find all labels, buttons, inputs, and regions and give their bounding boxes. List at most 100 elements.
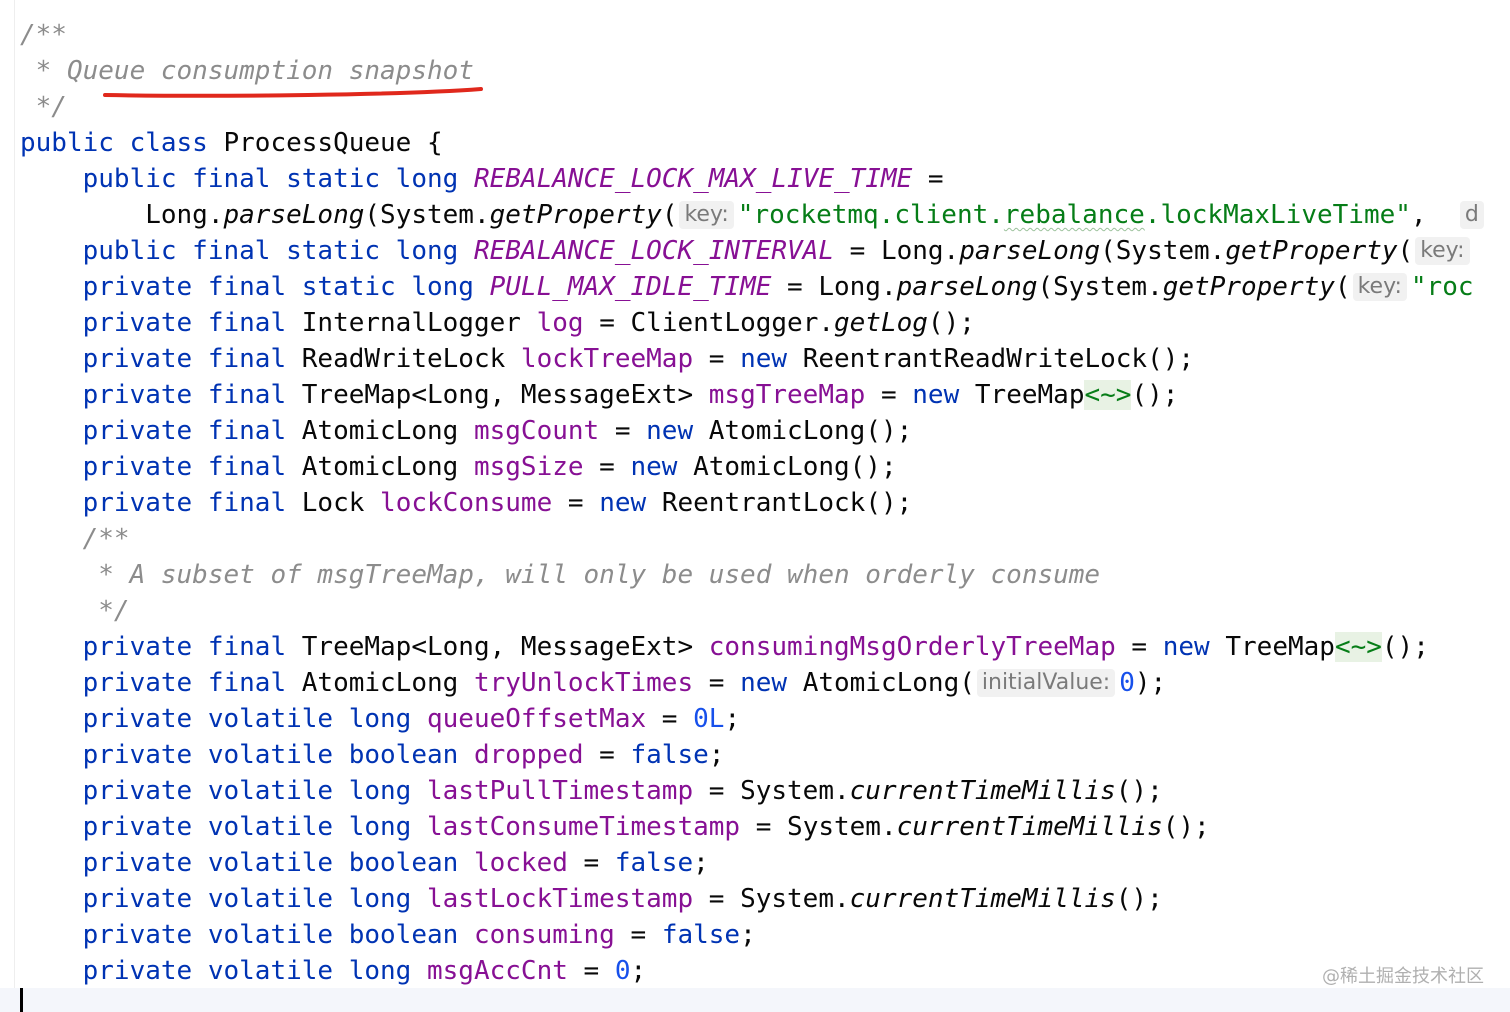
red-annotation-underline [103, 87, 483, 98]
code-line[interactable]: private volatile long lastConsumeTimesta… [20, 809, 1210, 845]
code-token: */ [20, 92, 67, 122]
code-line[interactable]: private volatile long msgAccCnt = 0; [20, 953, 647, 989]
code-token: msgTreeMap [708, 380, 866, 410]
code-token: Lock [301, 488, 381, 518]
text-caret [20, 988, 23, 1012]
code-token: lockConsume [380, 488, 553, 518]
code-token: TreeMap [974, 380, 1085, 410]
code-line[interactable]: public class ProcessQueue { [20, 125, 443, 161]
code-token: queueOffsetMax [427, 704, 647, 734]
code-token: ReadWriteLock [301, 344, 521, 374]
code-token: private volatile long [20, 956, 427, 986]
code-token: getProperty [489, 200, 662, 230]
code-line[interactable]: public final static long REBALANCE_LOCK_… [20, 233, 1474, 269]
code-token: new [646, 416, 709, 446]
code-token: Long. [20, 200, 224, 230]
code-token: = [567, 848, 615, 878]
code-token: = [646, 704, 694, 734]
code-token: private final [20, 308, 302, 338]
code-token: lastLockTimestamp [427, 884, 694, 914]
code-token: <~> [1084, 380, 1132, 410]
code-token: lastPullTimestamp [427, 776, 694, 806]
code-line[interactable]: private final Lock lockConsume = new Ree… [20, 485, 913, 521]
code-token: log [536, 308, 584, 338]
code-token: ; [724, 704, 741, 734]
code-line[interactable]: * Queue consumption snapshot [20, 53, 474, 89]
code-token: consumingMsgOrderlyTreeMap [708, 632, 1116, 662]
code-line[interactable]: Long.parseLong(System.getProperty(key: "r… [20, 197, 1488, 233]
code-token: getProperty [1162, 272, 1335, 302]
code-line[interactable]: private final TreeMap<Long, MessageExt> … [20, 629, 1429, 665]
code-line[interactable]: private volatile long queueOffsetMax = 0… [20, 701, 740, 737]
code-token: (System. [1037, 272, 1163, 302]
code-line[interactable]: /** [20, 521, 130, 557]
code-token: private final [20, 632, 302, 662]
code-line[interactable]: private final AtomicLong msgCount = new … [20, 413, 913, 449]
code-line[interactable]: private volatile long lastLockTimestamp … [20, 881, 1163, 917]
code-token: new [740, 344, 803, 374]
code-token: ; [630, 956, 647, 986]
code-token: private volatile boolean [20, 740, 474, 770]
code-line[interactable]: private volatile boolean dropped = false… [20, 737, 725, 773]
code-token: rebalance [1003, 200, 1145, 230]
code-token: private volatile long [20, 704, 427, 734]
code-token: ; [708, 740, 725, 770]
code-token: lastConsumeTimestamp [427, 812, 741, 842]
code-line[interactable]: /** [20, 17, 67, 53]
code-token: new [740, 668, 803, 698]
code-token: = ClientLogger. [583, 308, 834, 338]
code-line[interactable]: private volatile boolean consuming = fal… [20, 917, 756, 953]
code-line[interactable]: private volatile boolean locked = false; [20, 845, 709, 881]
code-line[interactable]: private final static long PULL_MAX_IDLE_… [20, 269, 1474, 305]
code-token: public final static long [20, 164, 474, 194]
code-token: AtomicLong [301, 668, 474, 698]
code-line[interactable]: private final AtomicLong tryUnlockTimes … [20, 665, 1167, 701]
code-token: ); [1134, 668, 1167, 698]
code-line[interactable]: private volatile long lastPullTimestamp … [20, 773, 1163, 809]
code-token: getProperty [1225, 236, 1398, 266]
code-token: new [599, 488, 662, 518]
code-token: parseLong [959, 236, 1101, 266]
code-token: false [661, 920, 741, 950]
code-line[interactable]: */ [20, 89, 67, 125]
code-token: = System. [693, 776, 850, 806]
code-token: (); [1131, 380, 1179, 410]
code-line[interactable]: private final TreeMap<Long, MessageExt> … [20, 377, 1178, 413]
code-token: REBALANCE_LOCK_INTERVAL [473, 236, 834, 266]
code-token: (); [927, 308, 975, 338]
code-token: locked [473, 848, 568, 878]
code-token: "roc [1410, 272, 1474, 302]
code-token: private volatile boolean [20, 848, 474, 878]
code-line[interactable]: private final AtomicLong msgSize = new A… [20, 449, 897, 485]
code-token: * Queue consumption snapshot [20, 56, 474, 86]
code-token: consuming [473, 920, 615, 950]
code-token: = System. [693, 884, 850, 914]
code-token: AtomicLong(); [708, 416, 913, 446]
code-editor[interactable]: /** * Queue consumption snapshot */publi… [0, 0, 1510, 1012]
code-token: false [614, 848, 694, 878]
code-token: InternalLogger [301, 308, 537, 338]
code-line[interactable]: */ [20, 593, 129, 629]
code-token: = [583, 452, 631, 482]
parameter-hint: d [1459, 201, 1484, 229]
code-line[interactable]: private final ReadWriteLock lockTreeMap … [20, 341, 1194, 377]
code-token: private final [20, 416, 302, 446]
code-token: 0 [614, 956, 631, 986]
code-token: private volatile long [20, 812, 427, 842]
code-token: ( [1334, 272, 1351, 302]
code-token: , [1410, 200, 1458, 230]
parameter-hint: initialValue: [976, 669, 1116, 697]
code-token: new [1162, 632, 1226, 662]
code-line[interactable]: * A subset of msgTreeMap, will only be u… [20, 557, 1100, 593]
code-token: private final [20, 452, 302, 482]
code-line[interactable]: public final static long REBALANCE_LOCK_… [20, 161, 944, 197]
code-line[interactable]: private final InternalLogger log = Clien… [20, 305, 975, 341]
code-token: 0L [693, 704, 725, 734]
code-token: = [567, 956, 615, 986]
code-token: public class [20, 128, 224, 158]
code-token: = [552, 488, 600, 518]
gutter-divider [14, 0, 15, 1012]
code-token: AtomicLong( [802, 668, 975, 698]
code-token: TreeMap<Long, MessageExt> [301, 380, 709, 410]
code-token: public final static long [20, 236, 474, 266]
